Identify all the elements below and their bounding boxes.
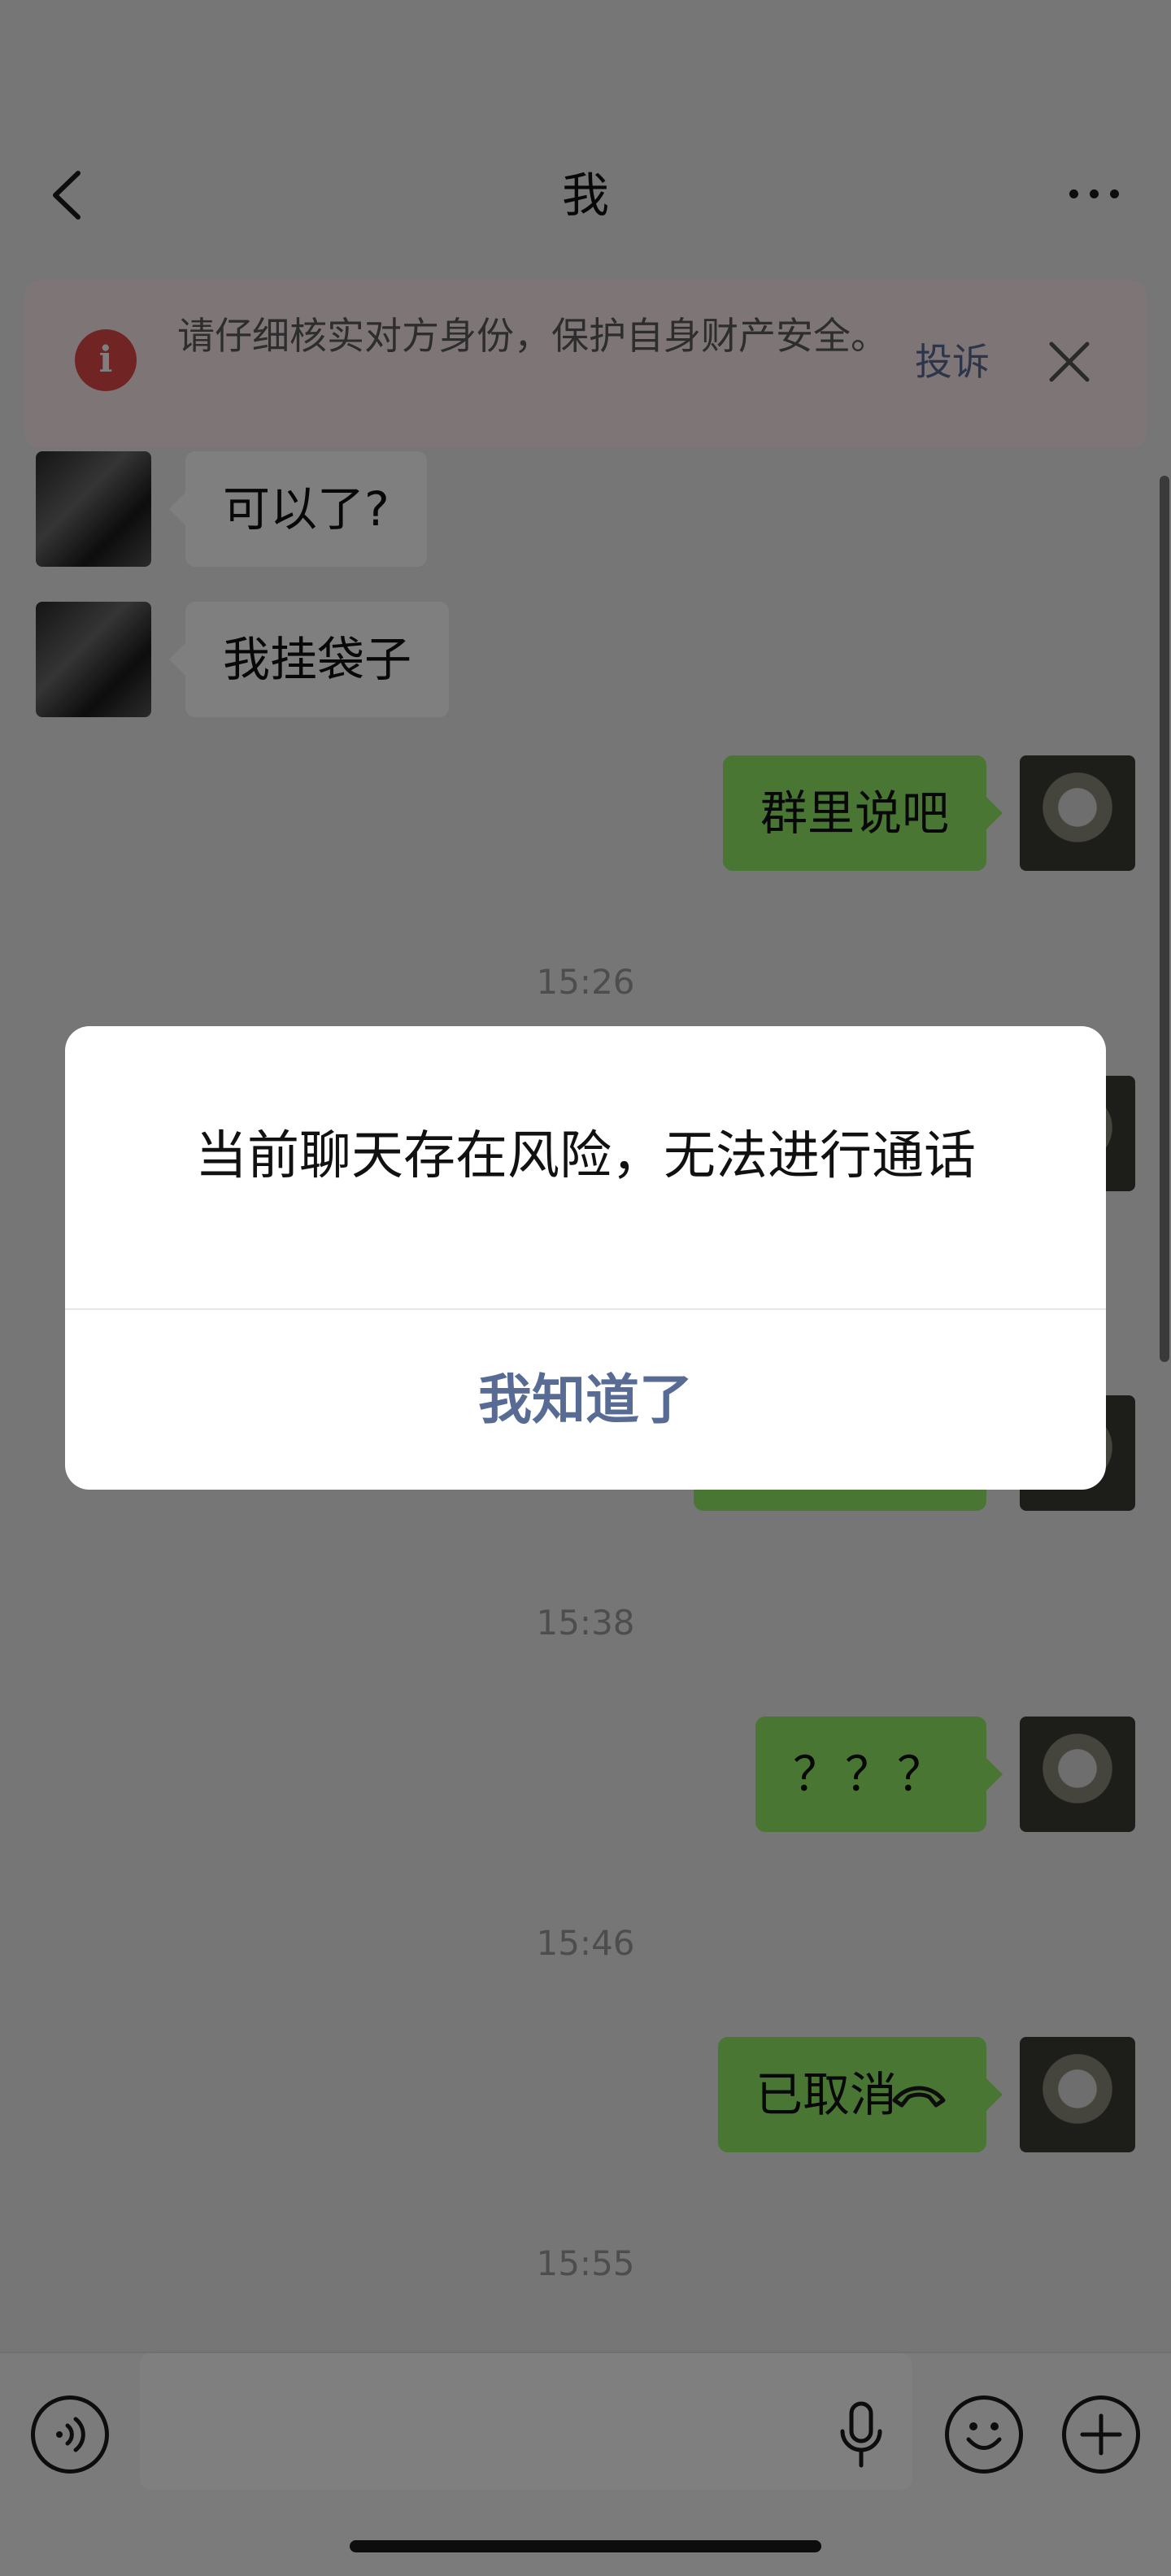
risk-alert-dialog: 当前聊天存在风险，无法进行通话 我知道了: [65, 1026, 1106, 1490]
dialog-confirm-button[interactable]: 我知道了: [65, 1310, 1106, 1490]
scrollbar[interactable]: [1160, 476, 1169, 1362]
dialog-message: 当前聊天存在风险，无法进行通话: [195, 1126, 976, 1186]
